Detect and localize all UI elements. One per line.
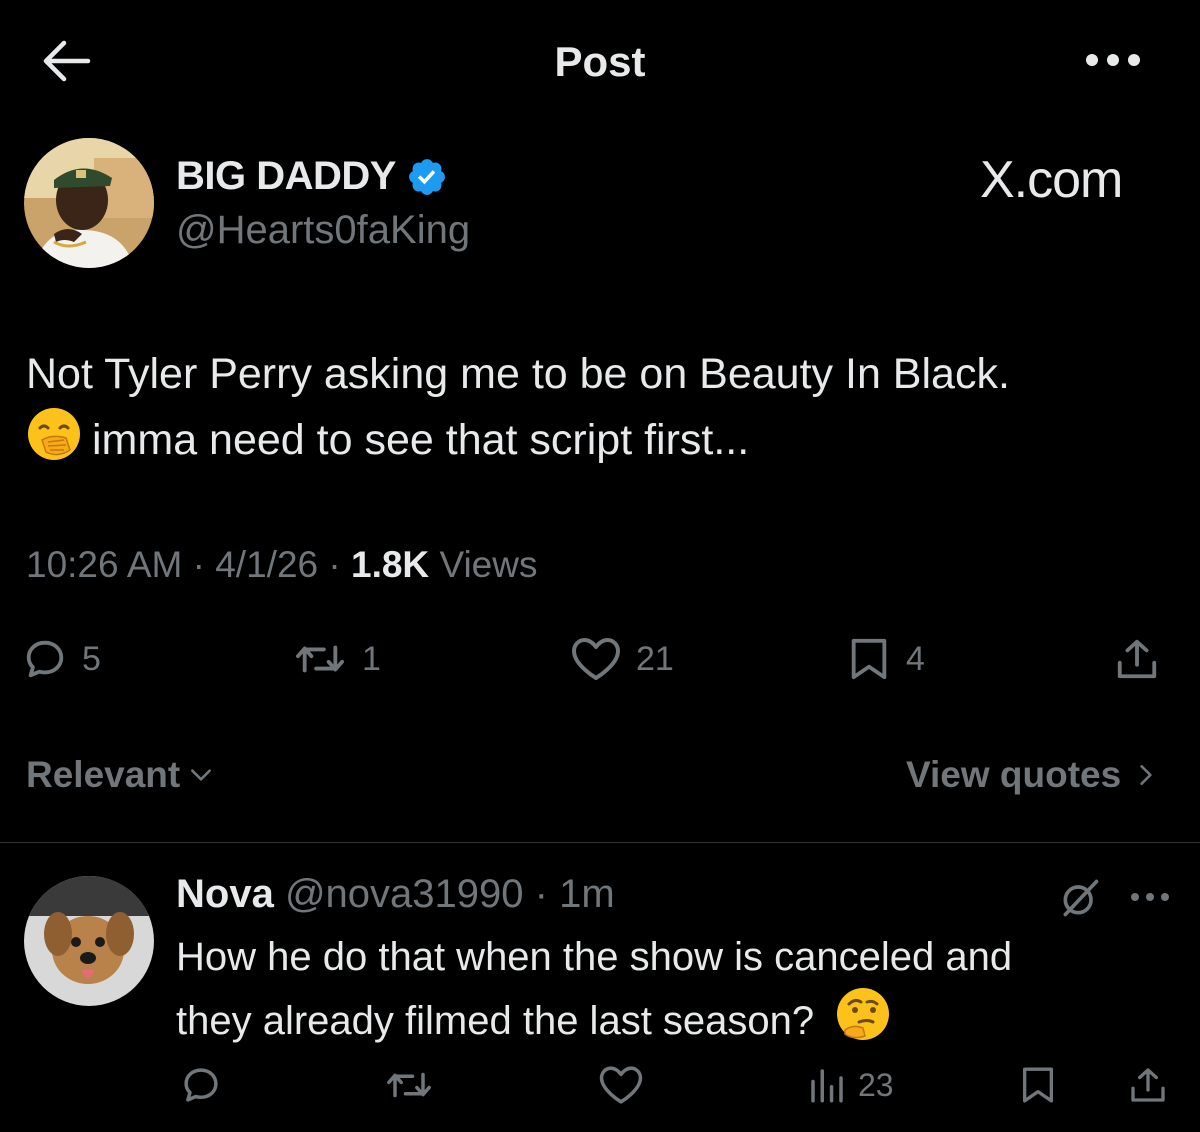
reply-repost-button[interactable]	[384, 1064, 434, 1106]
like-count: 21	[636, 639, 674, 678]
tweet-time[interactable]: 10:26 AM	[26, 544, 182, 585]
thinking-face-emoji-icon	[837, 988, 890, 1040]
reply-author-name[interactable]: Nova	[176, 872, 274, 916]
like-button[interactable]: 21	[570, 636, 674, 682]
view-quotes-link[interactable]: View quotes	[906, 754, 1159, 796]
reply-icon	[26, 640, 64, 678]
separator: ·	[192, 544, 205, 585]
grok-icon[interactable]	[1058, 876, 1102, 920]
author-name[interactable]: BIG DADDY	[176, 154, 396, 199]
repost-icon	[387, 1072, 431, 1098]
reply-share-button[interactable]	[1128, 1064, 1168, 1106]
tweet-text-line-1: Not Tyler Perry asking me to be on Beaut…	[26, 350, 1010, 398]
chevron-right-icon	[1140, 765, 1152, 785]
page-title: Post	[554, 38, 646, 85]
reply-button[interactable]: 5	[22, 636, 101, 682]
more-options-button[interactable]	[1082, 44, 1144, 76]
heart-icon	[599, 1066, 643, 1104]
bookmark-button[interactable]: 4	[846, 636, 925, 682]
repost-count: 1	[362, 639, 381, 678]
reply-text-line-2-content: they already filmed the last season?	[176, 999, 815, 1043]
reply-views-button[interactable]: 23	[806, 1064, 894, 1106]
share-icon	[1117, 639, 1157, 679]
heart-icon	[572, 638, 620, 680]
analytics-icon	[811, 1069, 843, 1103]
reply-text-line-2: they already filmed the last season?	[176, 986, 1166, 1050]
reply-header: Nova @nova31990 · 1m	[176, 872, 615, 917]
repost-icon	[296, 645, 344, 673]
separator: ·	[328, 544, 341, 585]
reply-more-button[interactable]	[1128, 886, 1172, 908]
bookmark-icon	[851, 638, 887, 680]
author-avatar[interactable]	[24, 138, 154, 268]
reply-reply-button[interactable]	[180, 1064, 222, 1106]
reply-text-line-1: How he do that when the show is canceled…	[176, 935, 1013, 979]
separator: ·	[534, 872, 548, 916]
reply-avatar[interactable]	[24, 876, 154, 1006]
sort-label: Relevant	[26, 754, 181, 795]
tweet-meta: 10:26 AM · 4/1/26 · 1.8K Views	[26, 544, 537, 586]
reply-like-button[interactable]	[598, 1064, 644, 1106]
divider	[0, 842, 1200, 843]
tweet-text-line-2: imma need to see that script first...	[26, 406, 1176, 472]
bookmark-count: 4	[906, 639, 925, 678]
reply-author-handle[interactable]: @nova31990	[285, 872, 524, 916]
author-handle[interactable]: @Hearts0faKing	[176, 208, 470, 253]
hand-over-mouth-emoji-icon	[28, 408, 80, 460]
verified-badge-icon	[409, 158, 445, 195]
view-quotes-label: View quotes	[906, 754, 1122, 795]
more-horizontal-icon	[1086, 54, 1140, 66]
reply-views-count: 23	[858, 1066, 894, 1103]
share-icon	[1131, 1068, 1165, 1102]
views-label: Views	[439, 544, 538, 585]
reply-count: 5	[82, 639, 101, 678]
watermark-logo: X.com	[980, 151, 1123, 209]
share-button[interactable]	[1114, 636, 1160, 682]
reply-icon	[184, 1068, 218, 1102]
reply-bookmark-button[interactable]	[1018, 1064, 1058, 1106]
chevron-down-icon	[191, 769, 212, 781]
tweet-text-line-2-content: imma need to see that script first...	[92, 416, 750, 464]
sort-replies-dropdown[interactable]: Relevant	[26, 754, 214, 796]
tweet-text: Not Tyler Perry asking me to be on Beaut…	[26, 342, 1176, 472]
repost-button[interactable]: 1	[292, 636, 381, 682]
reply-timestamp[interactable]: 1m	[559, 872, 615, 916]
more-horizontal-icon	[1131, 893, 1169, 901]
bookmark-icon	[1023, 1067, 1053, 1103]
tweet-date[interactable]: 4/1/26	[215, 544, 318, 585]
views-count[interactable]: 1.8K	[351, 544, 429, 585]
reply-text: How he do that when the show is canceled…	[176, 928, 1166, 1050]
